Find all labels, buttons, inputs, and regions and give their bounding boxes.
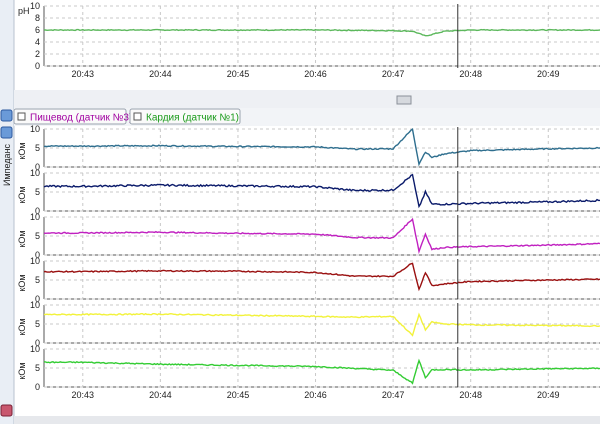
ph-tick-10: 10 xyxy=(30,1,40,11)
ph-time-label: 20:44 xyxy=(149,69,172,79)
checkbox-icon[interactable] xyxy=(17,112,26,121)
channel-6-time-label: 20:44 xyxy=(149,390,172,400)
tab-cardia-label: Кардия (датчик №1) xyxy=(146,113,239,124)
channel-6-time-label: 20:47 xyxy=(382,390,405,400)
settings-icon[interactable] xyxy=(0,126,13,139)
channel-6-tick-10: 10 xyxy=(30,344,40,354)
channel-3-tick-10: 10 xyxy=(30,212,40,222)
ph-time-label: 20:43 xyxy=(72,69,95,79)
splitter-handle[interactable] xyxy=(396,95,412,105)
ph-time-label: 20:46 xyxy=(304,69,327,79)
tab-esophagus[interactable]: Пищевод (датчик №3) xyxy=(13,108,132,125)
channel-4-tick-5: 5 xyxy=(35,275,40,285)
tab-cardia[interactable]: Кардия (датчик №1) xyxy=(129,108,241,125)
channel-6-time-label: 20:49 xyxy=(537,390,560,400)
tab-esophagus-label: Пищевод (датчик №3) xyxy=(30,113,132,124)
channel-6-time-label: 20:48 xyxy=(459,390,482,400)
ph-time-label: 20:45 xyxy=(227,69,250,79)
channel-5-tick-5: 5 xyxy=(35,319,40,329)
channel-2-tick-10: 10 xyxy=(30,168,40,178)
channel-6-tick-0: 0 xyxy=(35,382,40,392)
ph-time-label: 20:48 xyxy=(459,69,482,79)
channel-4-unit-label: кОм xyxy=(17,274,27,291)
ph-tick-4: 4 xyxy=(35,37,40,47)
ph-tick-2: 2 xyxy=(35,49,40,59)
channel-6-unit-label: кОм xyxy=(17,362,27,379)
channel-1-unit-label: кОм xyxy=(17,142,27,159)
channel-1-tick-5: 5 xyxy=(35,143,40,153)
ph-tick-0: 0 xyxy=(35,61,40,71)
impedance-side-label: Импеданс xyxy=(2,143,12,186)
horizontal-scrollbar[interactable] xyxy=(14,416,600,424)
close-panel-icon[interactable] xyxy=(0,404,13,417)
ph-tick-8: 8 xyxy=(35,13,40,23)
channel-6-time-label: 20:45 xyxy=(227,390,250,400)
channel-3-tick-5: 5 xyxy=(35,231,40,241)
left-toolbar xyxy=(0,0,14,424)
checkbox-icon[interactable] xyxy=(133,112,142,121)
channel-5-unit-label: кОм xyxy=(17,318,27,335)
app-window: 10 8 6 4 2 0 20:43 20:44 20:45 20:46 20:47 20:48 20:… xyxy=(0,0,600,424)
ph-time-label: 20:47 xyxy=(382,69,405,79)
panel-splitter[interactable] xyxy=(14,90,600,108)
channel-5-tick-10: 10 xyxy=(30,300,40,310)
channel-6-time-label: 20:43 xyxy=(72,390,95,400)
ph-time-label: 20:49 xyxy=(537,69,560,79)
ph-axis-label: pH xyxy=(18,6,30,16)
channel-3-unit-label: кОм xyxy=(17,230,27,247)
channel-2-unit-label: кОм xyxy=(17,186,27,203)
impedance-ph-chart: 10 8 6 4 2 0 20:43 20:44 20:45 20:46 20:47 20:48 20:… xyxy=(0,0,600,424)
expand-icon[interactable] xyxy=(0,109,13,122)
channel-2-tick-5: 5 xyxy=(35,187,40,197)
channel-6-tick-5: 5 xyxy=(35,363,40,373)
channel-1-tick-10: 10 xyxy=(30,124,40,134)
channel-4-tick-10: 10 xyxy=(30,256,40,266)
channel-6-time-label: 20:46 xyxy=(304,390,327,400)
ph-tick-6: 6 xyxy=(35,25,40,35)
